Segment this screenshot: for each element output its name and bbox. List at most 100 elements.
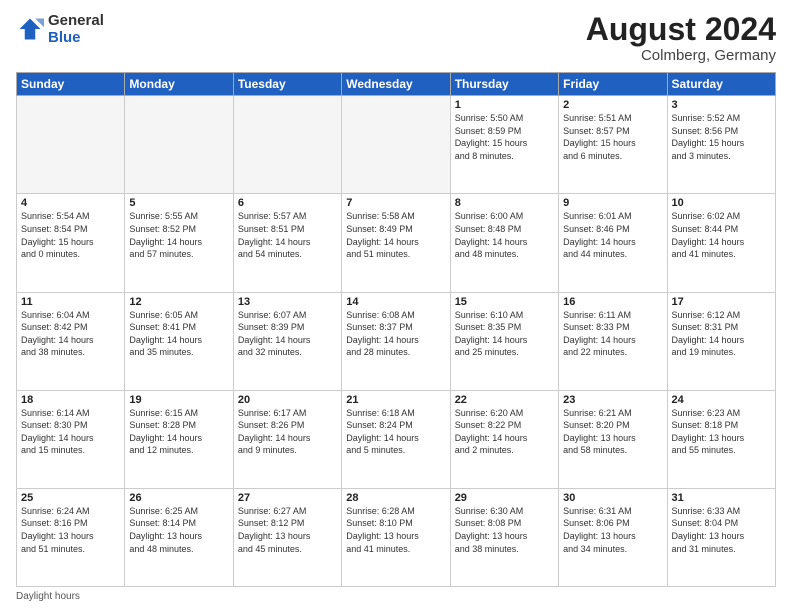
calendar-cell: 5Sunrise: 5:55 AM Sunset: 8:52 PM Daylig… <box>125 194 233 292</box>
day-number: 5 <box>129 197 228 209</box>
calendar-cell: 17Sunrise: 6:12 AM Sunset: 8:31 PM Dayli… <box>667 292 775 390</box>
calendar-table: Sunday Monday Tuesday Wednesday Thursday… <box>16 72 776 587</box>
calendar-cell: 27Sunrise: 6:27 AM Sunset: 8:12 PM Dayli… <box>233 488 341 586</box>
calendar-cell: 23Sunrise: 6:21 AM Sunset: 8:20 PM Dayli… <box>559 390 667 488</box>
day-info: Sunrise: 6:04 AM Sunset: 8:42 PM Dayligh… <box>21 309 120 359</box>
logo-blue: Blue <box>48 29 104 46</box>
daylight-label: Daylight hours <box>16 591 80 602</box>
calendar-week-5: 25Sunrise: 6:24 AM Sunset: 8:16 PM Dayli… <box>17 488 776 586</box>
calendar-cell <box>342 96 450 194</box>
col-wednesday: Wednesday <box>342 73 450 96</box>
col-sunday: Sunday <box>17 73 125 96</box>
col-saturday: Saturday <box>667 73 775 96</box>
logo-icon <box>16 15 44 43</box>
day-info: Sunrise: 6:17 AM Sunset: 8:26 PM Dayligh… <box>238 407 337 457</box>
month-year: August 2024 <box>586 12 776 47</box>
day-number: 13 <box>238 296 337 308</box>
calendar-cell <box>17 96 125 194</box>
logo: General Blue <box>16 12 104 47</box>
logo-general: General <box>48 12 104 29</box>
col-tuesday: Tuesday <box>233 73 341 96</box>
day-number: 11 <box>21 296 120 308</box>
day-info: Sunrise: 6:24 AM Sunset: 8:16 PM Dayligh… <box>21 505 120 555</box>
day-info: Sunrise: 6:05 AM Sunset: 8:41 PM Dayligh… <box>129 309 228 359</box>
day-info: Sunrise: 6:14 AM Sunset: 8:30 PM Dayligh… <box>21 407 120 457</box>
calendar-cell: 22Sunrise: 6:20 AM Sunset: 8:22 PM Dayli… <box>450 390 558 488</box>
day-info: Sunrise: 6:00 AM Sunset: 8:48 PM Dayligh… <box>455 210 554 260</box>
calendar-cell: 2Sunrise: 5:51 AM Sunset: 8:57 PM Daylig… <box>559 96 667 194</box>
calendar-cell: 8Sunrise: 6:00 AM Sunset: 8:48 PM Daylig… <box>450 194 558 292</box>
calendar-cell: 29Sunrise: 6:30 AM Sunset: 8:08 PM Dayli… <box>450 488 558 586</box>
day-number: 18 <box>21 394 120 406</box>
day-number: 27 <box>238 492 337 504</box>
calendar-cell: 26Sunrise: 6:25 AM Sunset: 8:14 PM Dayli… <box>125 488 233 586</box>
day-number: 3 <box>672 99 771 111</box>
day-info: Sunrise: 5:54 AM Sunset: 8:54 PM Dayligh… <box>21 210 120 260</box>
day-info: Sunrise: 6:33 AM Sunset: 8:04 PM Dayligh… <box>672 505 771 555</box>
day-info: Sunrise: 6:28 AM Sunset: 8:10 PM Dayligh… <box>346 505 445 555</box>
calendar-cell: 14Sunrise: 6:08 AM Sunset: 8:37 PM Dayli… <box>342 292 450 390</box>
calendar-header-row: Sunday Monday Tuesday Wednesday Thursday… <box>17 73 776 96</box>
calendar-cell: 15Sunrise: 6:10 AM Sunset: 8:35 PM Dayli… <box>450 292 558 390</box>
logo-text: General Blue <box>48 12 104 47</box>
location: Colmberg, Germany <box>586 47 776 64</box>
calendar-cell: 16Sunrise: 6:11 AM Sunset: 8:33 PM Dayli… <box>559 292 667 390</box>
calendar-cell: 25Sunrise: 6:24 AM Sunset: 8:16 PM Dayli… <box>17 488 125 586</box>
calendar-cell: 9Sunrise: 6:01 AM Sunset: 8:46 PM Daylig… <box>559 194 667 292</box>
day-info: Sunrise: 6:02 AM Sunset: 8:44 PM Dayligh… <box>672 210 771 260</box>
calendar-cell: 1Sunrise: 5:50 AM Sunset: 8:59 PM Daylig… <box>450 96 558 194</box>
calendar-cell: 30Sunrise: 6:31 AM Sunset: 8:06 PM Dayli… <box>559 488 667 586</box>
day-info: Sunrise: 6:07 AM Sunset: 8:39 PM Dayligh… <box>238 309 337 359</box>
calendar-cell: 28Sunrise: 6:28 AM Sunset: 8:10 PM Dayli… <box>342 488 450 586</box>
calendar-cell: 6Sunrise: 5:57 AM Sunset: 8:51 PM Daylig… <box>233 194 341 292</box>
day-info: Sunrise: 5:58 AM Sunset: 8:49 PM Dayligh… <box>346 210 445 260</box>
day-info: Sunrise: 5:50 AM Sunset: 8:59 PM Dayligh… <box>455 112 554 162</box>
day-info: Sunrise: 6:21 AM Sunset: 8:20 PM Dayligh… <box>563 407 662 457</box>
page: General Blue August 2024 Colmberg, Germa… <box>0 0 792 612</box>
day-info: Sunrise: 6:18 AM Sunset: 8:24 PM Dayligh… <box>346 407 445 457</box>
day-number: 26 <box>129 492 228 504</box>
calendar-cell <box>233 96 341 194</box>
calendar-cell: 7Sunrise: 5:58 AM Sunset: 8:49 PM Daylig… <box>342 194 450 292</box>
day-number: 22 <box>455 394 554 406</box>
day-number: 20 <box>238 394 337 406</box>
day-number: 24 <box>672 394 771 406</box>
day-number: 19 <box>129 394 228 406</box>
day-info: Sunrise: 6:25 AM Sunset: 8:14 PM Dayligh… <box>129 505 228 555</box>
col-friday: Friday <box>559 73 667 96</box>
calendar-cell: 21Sunrise: 6:18 AM Sunset: 8:24 PM Dayli… <box>342 390 450 488</box>
day-number: 7 <box>346 197 445 209</box>
calendar-cell: 4Sunrise: 5:54 AM Sunset: 8:54 PM Daylig… <box>17 194 125 292</box>
col-monday: Monday <box>125 73 233 96</box>
day-info: Sunrise: 6:10 AM Sunset: 8:35 PM Dayligh… <box>455 309 554 359</box>
day-info: Sunrise: 6:27 AM Sunset: 8:12 PM Dayligh… <box>238 505 337 555</box>
calendar-cell: 20Sunrise: 6:17 AM Sunset: 8:26 PM Dayli… <box>233 390 341 488</box>
day-info: Sunrise: 5:51 AM Sunset: 8:57 PM Dayligh… <box>563 112 662 162</box>
calendar-cell: 13Sunrise: 6:07 AM Sunset: 8:39 PM Dayli… <box>233 292 341 390</box>
day-info: Sunrise: 6:30 AM Sunset: 8:08 PM Dayligh… <box>455 505 554 555</box>
calendar-cell: 31Sunrise: 6:33 AM Sunset: 8:04 PM Dayli… <box>667 488 775 586</box>
title-block: August 2024 Colmberg, Germany <box>586 12 776 64</box>
day-number: 31 <box>672 492 771 504</box>
day-number: 12 <box>129 296 228 308</box>
top-section: General Blue August 2024 Colmberg, Germa… <box>16 12 776 64</box>
footer: Daylight hours <box>16 591 776 602</box>
col-thursday: Thursday <box>450 73 558 96</box>
day-number: 21 <box>346 394 445 406</box>
day-number: 30 <box>563 492 662 504</box>
day-number: 1 <box>455 99 554 111</box>
day-info: Sunrise: 6:31 AM Sunset: 8:06 PM Dayligh… <box>563 505 662 555</box>
day-number: 2 <box>563 99 662 111</box>
calendar-week-1: 1Sunrise: 5:50 AM Sunset: 8:59 PM Daylig… <box>17 96 776 194</box>
day-info: Sunrise: 6:12 AM Sunset: 8:31 PM Dayligh… <box>672 309 771 359</box>
calendar-week-2: 4Sunrise: 5:54 AM Sunset: 8:54 PM Daylig… <box>17 194 776 292</box>
day-number: 15 <box>455 296 554 308</box>
day-number: 6 <box>238 197 337 209</box>
day-number: 17 <box>672 296 771 308</box>
day-info: Sunrise: 5:57 AM Sunset: 8:51 PM Dayligh… <box>238 210 337 260</box>
calendar-week-3: 11Sunrise: 6:04 AM Sunset: 8:42 PM Dayli… <box>17 292 776 390</box>
calendar-cell: 24Sunrise: 6:23 AM Sunset: 8:18 PM Dayli… <box>667 390 775 488</box>
calendar-cell: 3Sunrise: 5:52 AM Sunset: 8:56 PM Daylig… <box>667 96 775 194</box>
calendar-week-4: 18Sunrise: 6:14 AM Sunset: 8:30 PM Dayli… <box>17 390 776 488</box>
day-info: Sunrise: 5:55 AM Sunset: 8:52 PM Dayligh… <box>129 210 228 260</box>
